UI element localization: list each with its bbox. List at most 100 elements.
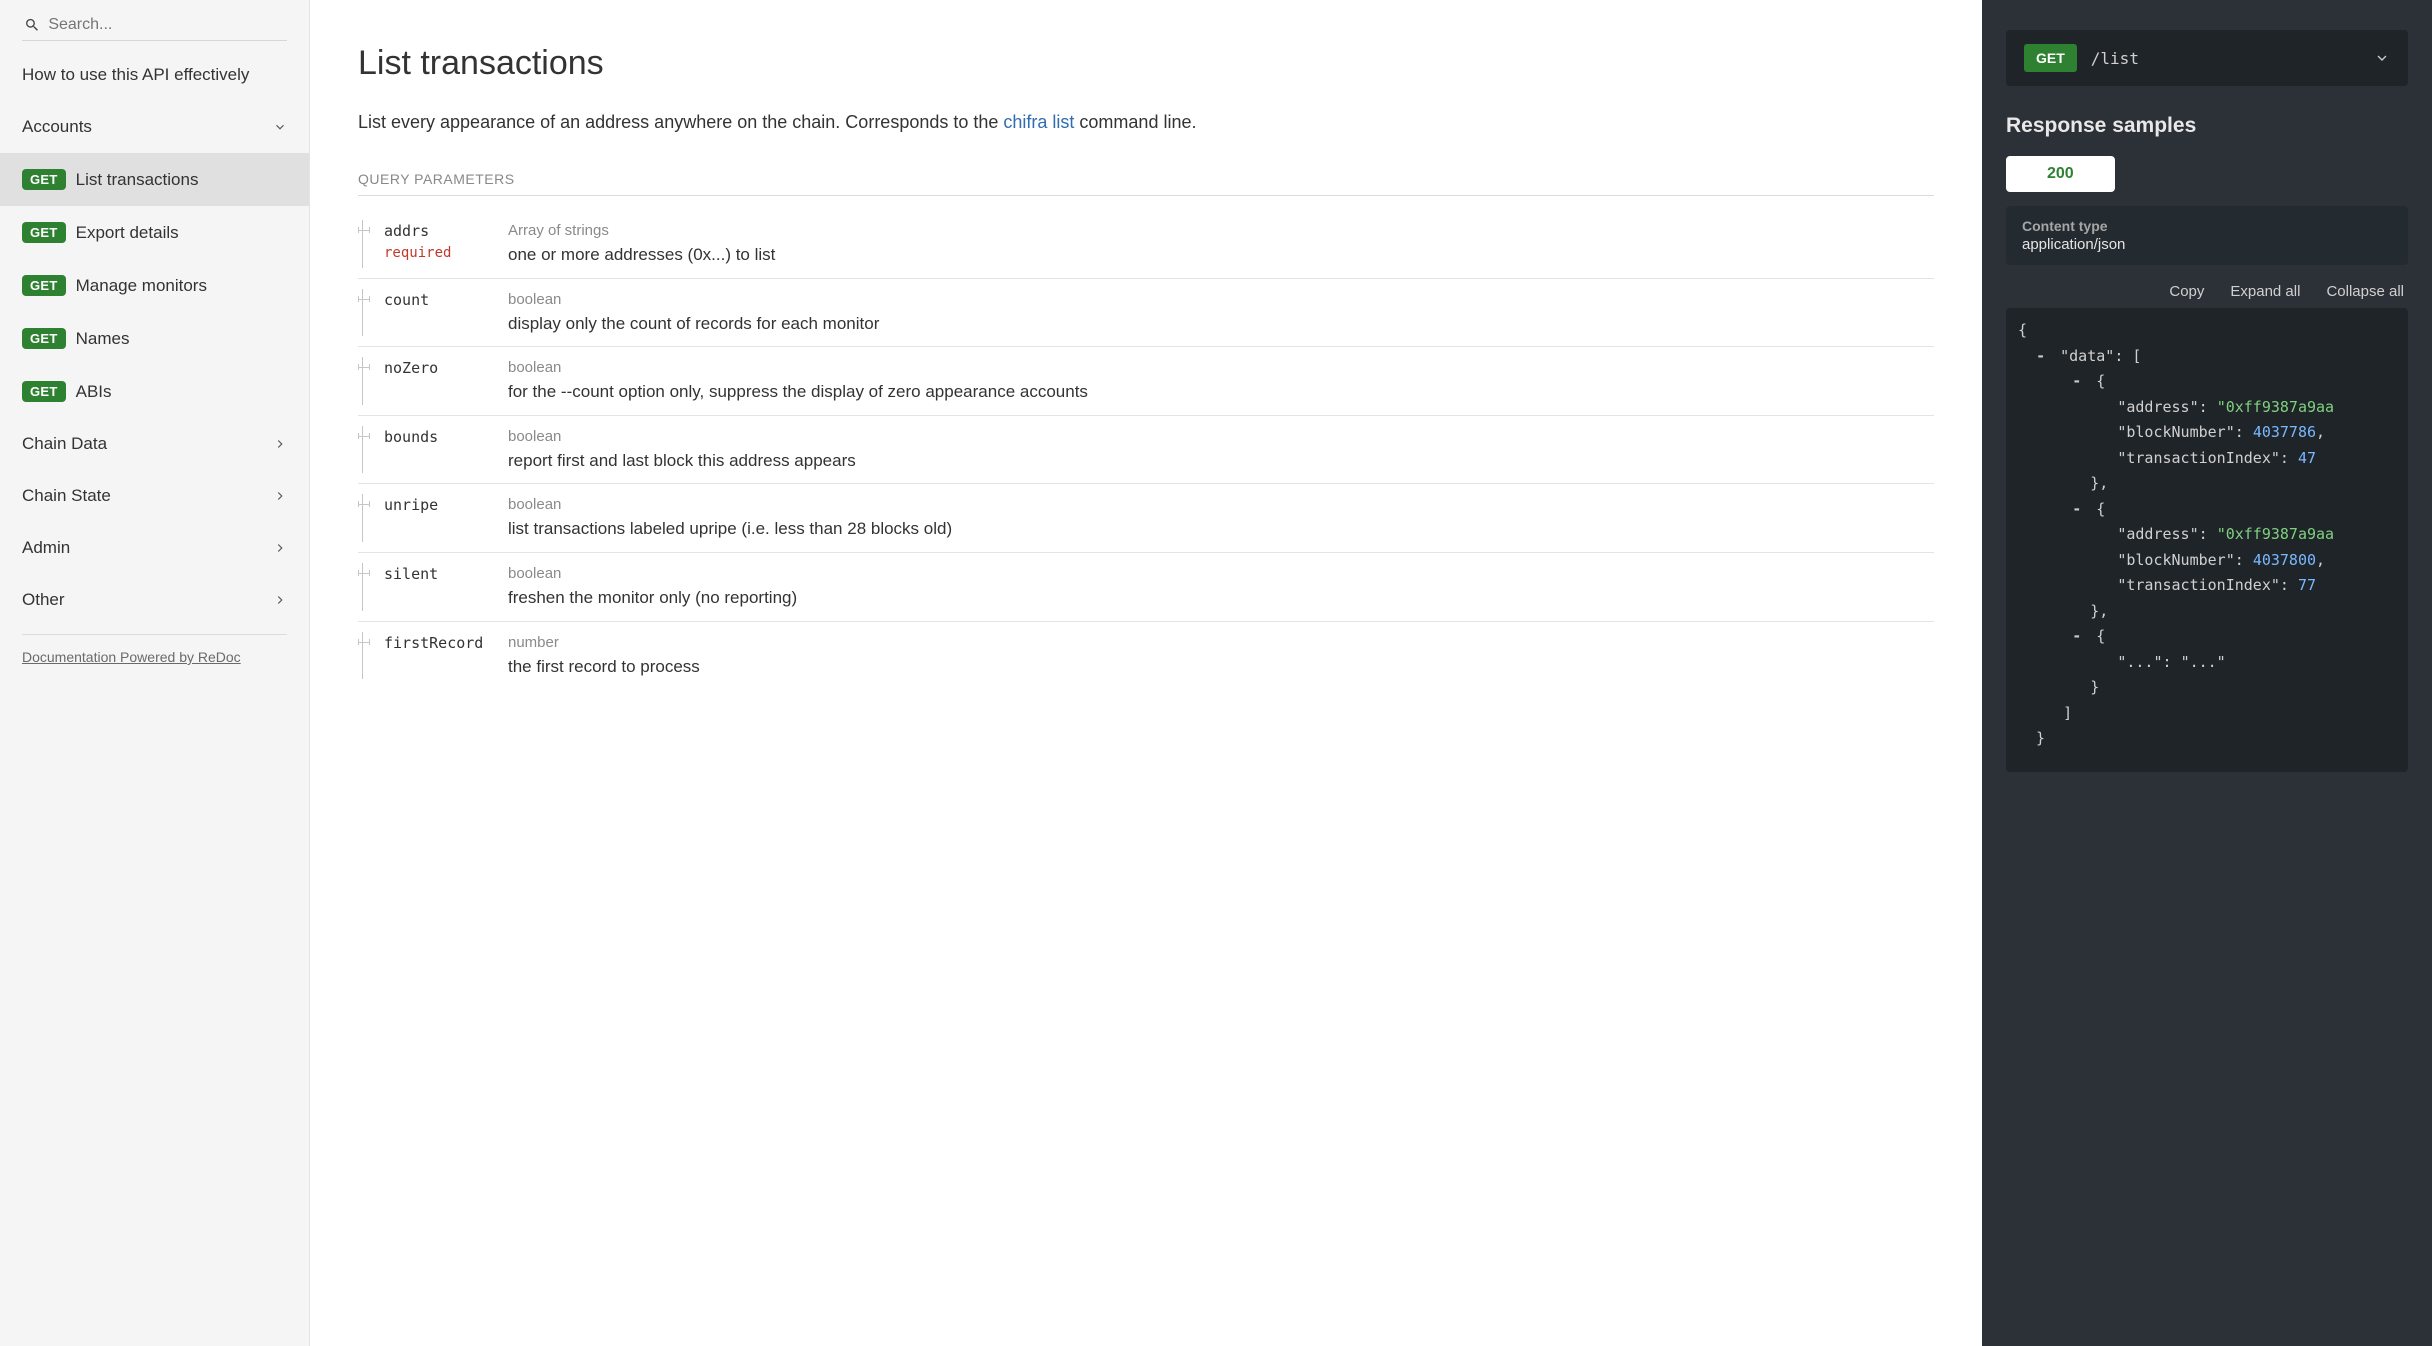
param-desc-cell: boolean display only the count of records… (508, 289, 1934, 337)
param-row: count boolean display only the count of re… (358, 279, 1934, 348)
sidebar-item-names[interactable]: GET Names (0, 312, 309, 365)
sidebar-group-label: Admin (22, 538, 70, 558)
param-desc-cell: boolean list transactions labeled upripe … (508, 494, 1934, 542)
method-badge: GET (22, 328, 66, 349)
param-name: silent (384, 565, 438, 583)
param-name: unripe (384, 496, 438, 514)
lead-text: command line. (1074, 112, 1196, 132)
param-type: boolean (508, 359, 1934, 376)
collapse-toggle[interactable]: - (2072, 627, 2081, 645)
param-name-cell: firstRecord (358, 632, 508, 680)
sidebar-group-label: Accounts (22, 117, 92, 137)
response-samples-title: Response samples (2006, 114, 2408, 138)
collapse-toggle[interactable]: - (2072, 500, 2081, 518)
tree-dash-icon (358, 299, 370, 300)
powered-by-redoc-link[interactable]: Documentation Powered by ReDoc (22, 649, 287, 665)
method-badge: GET (22, 381, 66, 402)
search-box[interactable] (22, 10, 287, 41)
param-type: boolean (508, 428, 1934, 445)
param-desc: display only the count of records for ea… (508, 312, 1934, 337)
sidebar-group-admin[interactable]: Admin (0, 522, 309, 574)
sidebar-divider (22, 634, 287, 635)
param-row: unripe boolean list transactions labeled u… (358, 484, 1934, 553)
json-actions: Copy Expand all Collapse all (2006, 273, 2408, 308)
param-name: addrs (384, 222, 429, 240)
param-type: boolean (508, 565, 1934, 582)
sidebar-group-label: Chain State (22, 486, 111, 506)
endpoint-bar[interactable]: GET /list (2006, 30, 2408, 86)
lead-text: List every appearance of an address anyw… (358, 112, 1003, 132)
sidebar-group-other[interactable]: Other (0, 574, 309, 626)
chevron-right-icon (273, 593, 287, 607)
sidebar-item-label: List transactions (76, 170, 199, 190)
param-row: addrsrequiredArray of strings one or mor… (358, 210, 1934, 279)
sidebar-item-label: Names (76, 329, 130, 349)
param-table: addrsrequiredArray of strings one or mor… (358, 210, 1934, 689)
param-name-cell: unripe (358, 494, 508, 542)
param-desc-cell: number the first record to process (508, 632, 1934, 680)
chevron-right-icon (273, 541, 287, 555)
param-name: bounds (384, 428, 438, 446)
json-sample: { - "data": [ - { "address": "0xff9387a9… (2006, 308, 2408, 772)
sidebar: How to use this API effectively Accounts… (0, 0, 310, 1346)
param-row: bounds booleanreport first and last block… (358, 416, 1934, 485)
sidebar-item-list-transactions[interactable]: GET List transactions (0, 153, 309, 206)
status-tab-200[interactable]: 200 (2006, 156, 2115, 192)
sidebar-item-label: Manage monitors (76, 276, 207, 296)
param-desc-cell: boolean for the --count option only, supp… (508, 357, 1934, 405)
param-type: boolean (508, 496, 1934, 513)
search-icon (24, 16, 40, 34)
param-desc: the first record to process (508, 655, 1934, 680)
sidebar-group-accounts[interactable]: Accounts (0, 101, 309, 153)
param-type: number (508, 634, 1934, 651)
sidebar-group-chain-data[interactable]: Chain Data (0, 418, 309, 470)
param-desc: for the --count option only, suppress th… (508, 380, 1934, 405)
tree-dash-icon (358, 642, 370, 643)
param-row: firstRecordnumber the first record to pr… (358, 622, 1934, 690)
method-badge: GET (22, 222, 66, 243)
collapse-toggle[interactable]: - (2036, 347, 2045, 365)
chevron-right-icon (273, 437, 287, 451)
sidebar-howto[interactable]: How to use this API effectively (0, 49, 309, 101)
tree-dash-icon (358, 504, 370, 505)
section-rule (358, 195, 1934, 196)
param-desc-cell: booleanreport first and last block this … (508, 426, 1934, 474)
collapse-all-button[interactable]: Collapse all (2326, 283, 2404, 300)
param-name-cell: count (358, 289, 508, 337)
chevron-down-icon (2374, 50, 2390, 66)
sidebar-item-label: Export details (76, 223, 179, 243)
sidebar-item-abis[interactable]: GET ABIs (0, 365, 309, 418)
collapse-toggle[interactable]: - (2072, 372, 2081, 390)
param-desc: one or more addresses (0x...) to list (508, 243, 1934, 268)
param-desc: list transactions labeled upripe (i.e. l… (508, 517, 1934, 542)
sidebar-item-manage-monitors[interactable]: GET Manage monitors (0, 259, 309, 312)
param-desc-cell: boolean freshen the monitor only (no repo… (508, 563, 1934, 611)
chevron-down-icon (273, 120, 287, 134)
tree-dash-icon (358, 436, 370, 437)
search-input[interactable] (48, 16, 285, 34)
chifra-list-link[interactable]: chifra list (1003, 112, 1074, 132)
param-type: Array of strings (508, 222, 1934, 239)
param-name: noZero (384, 359, 438, 377)
main-content: List transactions List every appearance … (310, 0, 1982, 1346)
content-type-box: Content type application/json (2006, 206, 2408, 265)
param-row: silent boolean freshen the monitor only (n… (358, 553, 1934, 622)
param-name: count (384, 291, 429, 309)
sidebar-group-label: Other (22, 590, 65, 610)
param-desc-cell: Array of strings one or more addresses (… (508, 220, 1934, 268)
section-label: QUERY PARAMETERS (358, 171, 1934, 187)
copy-button[interactable]: Copy (2169, 283, 2204, 300)
sidebar-group-label: Chain Data (22, 434, 107, 454)
page-title: List transactions (358, 44, 1934, 83)
sidebar-group-chain-state[interactable]: Chain State (0, 470, 309, 522)
sidebar-item-export-details[interactable]: GET Export details (0, 206, 309, 259)
expand-all-button[interactable]: Expand all (2230, 283, 2300, 300)
response-samples-panel: GET /list Response samples 200 Content t… (1982, 0, 2432, 1346)
content-type-value: application/json (2022, 236, 2392, 253)
param-desc: freshen the monitor only (no reporting) (508, 586, 1934, 611)
tree-dash-icon (358, 367, 370, 368)
endpoint-path: /list (2091, 49, 2139, 68)
content-type-label: Content type (2022, 218, 2392, 234)
endpoint-method-badge: GET (2024, 44, 2077, 72)
param-type: boolean (508, 291, 1934, 308)
